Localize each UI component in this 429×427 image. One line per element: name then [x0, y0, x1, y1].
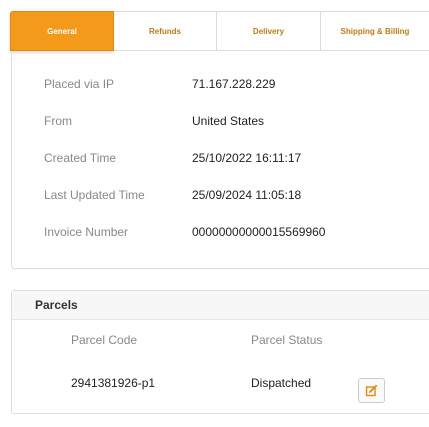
invoice-number-label: Invoice Number [44, 225, 129, 239]
from-label: From [44, 114, 72, 128]
from-value: United States [192, 114, 265, 128]
tab-delivery[interactable]: Delivery [217, 11, 321, 51]
created-time-value: 25/10/2022 16:11:17 [192, 151, 302, 165]
info-row-updated: Last Updated Time 25/09/2024 11:05:18 [12, 185, 429, 205]
tab-refunds[interactable]: Refunds [114, 11, 217, 51]
invoice-number-value: 00000000000015569960 [192, 225, 326, 239]
parcel-status-column-header: Parcel Status [251, 333, 323, 347]
parcel-code-cell: 2941381926-p1 [71, 376, 156, 390]
last-updated-time-value: 25/09/2024 11:05:18 [192, 188, 302, 202]
parcel-code-column-header: Parcel Code [71, 333, 138, 347]
parcels-panel: Parcels Parcel Code Parcel Status 294138… [11, 290, 429, 414]
last-updated-time-label: Last Updated Time [44, 188, 145, 202]
edit-icon [365, 384, 378, 397]
tab-shipping-billing[interactable]: Shipping & Billing [321, 11, 429, 51]
info-row-ip: Placed via IP 71.167.228.229 [12, 74, 429, 94]
info-row-from: From United States [12, 111, 429, 131]
info-row-created: Created Time 25/10/2022 16:11:17 [12, 148, 429, 168]
info-row-invoice: Invoice Number 00000000000015569960 [12, 222, 429, 242]
tab-bar: General Refunds Delivery Shipping & Bill… [10, 11, 429, 51]
general-info-panel: Placed via IP 71.167.228.229 From United… [11, 51, 429, 269]
placed-via-ip-value: 71.167.228.229 [192, 77, 276, 91]
parcels-table-header: Parcel Code Parcel Status [12, 330, 429, 350]
edit-parcel-button[interactable] [358, 378, 385, 403]
placed-via-ip-label: Placed via IP [44, 77, 115, 91]
created-time-label: Created Time [44, 151, 117, 165]
parcel-status-cell: Dispatched [251, 376, 312, 390]
tab-general[interactable]: General [10, 11, 114, 51]
parcels-title: Parcels [12, 291, 429, 320]
